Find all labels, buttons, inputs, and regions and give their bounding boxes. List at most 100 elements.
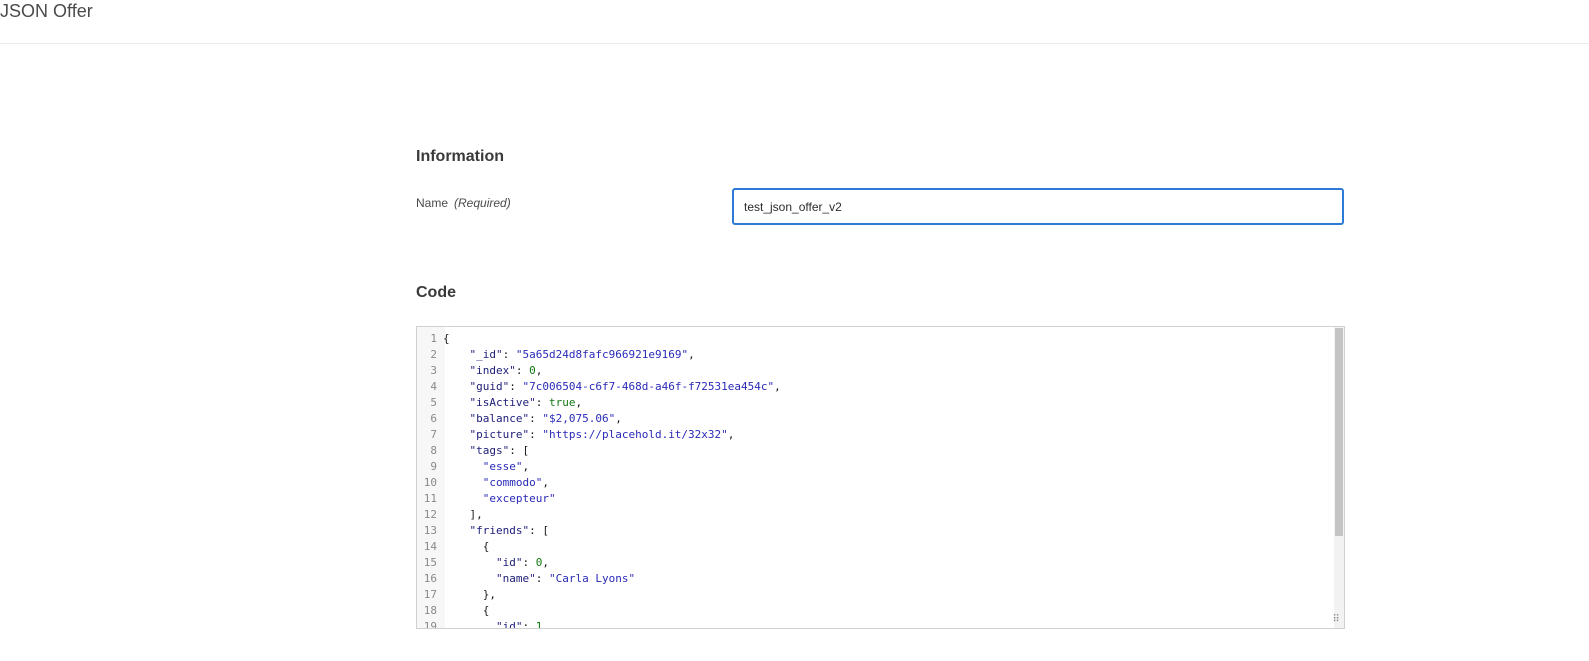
code-token: { — [443, 604, 490, 617]
code-editor[interactable]: 1{2 "_id": "5a65d24d8fafc966921e9169", 3 … — [416, 326, 1345, 629]
name-label-text: Name — [416, 196, 449, 210]
code-line[interactable]: 1{ — [417, 331, 1332, 347]
code-line[interactable]: 7 "picture": "https://placehold.it/32x32… — [417, 427, 1332, 443]
code-text: "index": 0, — [443, 363, 543, 379]
line-number: 4 — [430, 380, 437, 393]
code-token: "friends" — [469, 524, 530, 537]
code-token: "Carla Lyons" — [548, 572, 636, 585]
code-line[interactable]: 12 ], — [417, 507, 1332, 523]
code-text: "commodo", — [443, 475, 549, 491]
editor-scrollbar-thumb[interactable] — [1335, 328, 1343, 536]
code-token: , — [522, 460, 530, 473]
code-text: ], — [443, 507, 482, 523]
code-text: "id": 0, — [443, 555, 549, 571]
line-number: 3 — [430, 364, 437, 377]
code-token: : [ — [509, 444, 530, 457]
line-number: 2 — [430, 348, 437, 361]
code-token: "esse" — [482, 460, 523, 473]
code-token: "https://placehold.it/32x32" — [542, 428, 728, 441]
code-line[interactable]: 9 "esse", — [417, 459, 1332, 475]
code-line[interactable]: 6 "balance": "$2,075.06", — [417, 411, 1332, 427]
code-token: : — [529, 428, 543, 441]
code-line[interactable]: 18 { — [417, 603, 1332, 619]
code-token: , — [688, 348, 695, 361]
required-indicator: (Required) — [454, 196, 511, 210]
code-text: "picture": "https://placehold.it/32x32", — [443, 427, 735, 443]
code-heading: Code — [416, 284, 456, 301]
code-text: "guid": "7c006504-c6f7-468d-a46f-f72531e… — [443, 379, 781, 395]
code-text: "excepteur" — [443, 491, 556, 507]
line-number: 6 — [430, 412, 437, 425]
code-token: true — [548, 396, 576, 409]
code-line[interactable]: 11 "excepteur" — [417, 491, 1332, 507]
code-line[interactable]: 3 "index": 0, — [417, 363, 1332, 379]
code-token: , — [575, 396, 583, 409]
code-line[interactable]: 10 "commodo", — [417, 475, 1332, 491]
code-line[interactable]: 17 }, — [417, 587, 1332, 603]
code-token: "index" — [469, 364, 516, 377]
code-line[interactable]: 8 "tags": [ — [417, 443, 1332, 459]
line-number: 5 — [430, 396, 437, 409]
code-token: "tags" — [469, 444, 510, 457]
code-token: "excepteur" — [482, 492, 556, 505]
code-token: 0 — [529, 364, 536, 377]
line-number: 1 — [430, 332, 437, 345]
code-text: "isActive": true, — [443, 395, 583, 411]
code-token: : — [522, 556, 536, 569]
line-number: 18 — [423, 604, 437, 617]
code-line[interactable]: 5 "isActive": true, — [417, 395, 1332, 411]
code-line[interactable]: 2 "_id": "5a65d24d8fafc966921e9169", — [417, 347, 1332, 363]
code-token: "balance" — [469, 412, 530, 425]
code-text: "esse", — [443, 459, 529, 475]
code-token: : — [509, 380, 523, 393]
code-line[interactable]: 4 "guid": "7c006504-c6f7-468d-a46f-f7253… — [417, 379, 1332, 395]
code-token: , — [535, 364, 543, 377]
editor-scrollbar[interactable] — [1334, 327, 1344, 628]
code-line[interactable]: 14 { — [417, 539, 1332, 555]
code-token: "name" — [495, 572, 536, 585]
code-text: }, — [443, 587, 496, 603]
page-title: ate JSON Offer — [0, 1, 93, 21]
line-number: 17 — [423, 588, 437, 601]
code-line[interactable]: 16 "name": "Carla Lyons" — [417, 571, 1332, 587]
code-token: : — [529, 412, 543, 425]
code-token: "7c006504-c6f7-468d-a46f-f72531ea454c" — [522, 380, 775, 393]
code-text: "name": "Carla Lyons" — [443, 571, 635, 587]
code-token: "id" — [495, 620, 523, 629]
code-token: "commodo" — [482, 476, 543, 489]
code-lines[interactable]: 1{2 "_id": "5a65d24d8fafc966921e9169", 3 … — [417, 331, 1332, 629]
code-line[interactable]: 19 "id": 1 — [417, 619, 1332, 629]
code-text: { — [443, 603, 490, 619]
code-token: , — [615, 412, 622, 425]
code-line[interactable]: 15 "id": 0, — [417, 555, 1332, 571]
code-token: , — [542, 476, 549, 489]
code-token: , — [542, 556, 549, 569]
line-number: 13 — [423, 524, 437, 537]
line-number: 10 — [423, 476, 437, 489]
code-token: }, — [443, 588, 496, 601]
code-token: : — [502, 348, 516, 361]
code-token: , — [727, 428, 735, 441]
line-number: 16 — [423, 572, 437, 585]
code-text: { — [443, 331, 450, 347]
line-number: 7 — [430, 428, 437, 441]
code-text: "tags": [ — [443, 443, 530, 459]
line-number: 9 — [430, 460, 437, 473]
code-token: "$2,075.06" — [542, 412, 616, 425]
name-input[interactable] — [732, 188, 1344, 225]
line-number: 15 — [423, 556, 437, 569]
resize-grip-icon[interactable]: ⠿ — [1330, 614, 1342, 626]
code-token: "guid" — [469, 380, 510, 393]
code-token: { — [443, 332, 450, 345]
line-number: 8 — [430, 444, 437, 457]
information-heading: Information — [416, 148, 504, 165]
code-line[interactable]: 13 "friends": [ — [417, 523, 1332, 539]
